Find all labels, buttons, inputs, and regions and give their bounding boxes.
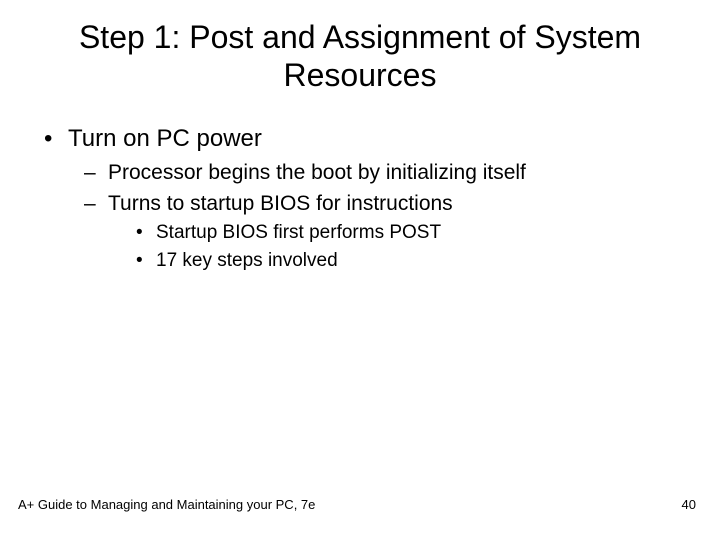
bullet-text: Turn on PC power bbox=[68, 125, 262, 152]
bullet-text: Startup BIOS first performs POST bbox=[156, 222, 441, 243]
bullet-l2: Turns to startup BIOS for instructions S… bbox=[68, 190, 680, 274]
bullet-l1: Turn on PC power Processor begins the bo… bbox=[40, 123, 680, 273]
bullet-l2: Processor begins the boot by initializin… bbox=[68, 159, 680, 187]
bullet-text: 17 key steps involved bbox=[156, 250, 338, 271]
slide-body: Turn on PC power Processor begins the bo… bbox=[0, 95, 720, 273]
slide: Step 1: Post and Assignment of System Re… bbox=[0, 0, 720, 540]
footer-page-number: 40 bbox=[682, 497, 696, 512]
bullet-text: Processor begins the boot by initializin… bbox=[108, 161, 526, 184]
footer-source: A+ Guide to Managing and Maintaining you… bbox=[18, 497, 315, 512]
bullet-l3: Startup BIOS first performs POST bbox=[108, 220, 680, 246]
bullet-list-level2: Processor begins the boot by initializin… bbox=[68, 159, 680, 273]
bullet-list-level1: Turn on PC power Processor begins the bo… bbox=[40, 123, 680, 273]
bullet-list-level3: Startup BIOS first performs POST 17 key … bbox=[108, 220, 680, 273]
slide-title: Step 1: Post and Assignment of System Re… bbox=[0, 0, 720, 95]
bullet-l3: 17 key steps involved bbox=[108, 248, 680, 274]
bullet-text: Turns to startup BIOS for instructions bbox=[108, 192, 453, 215]
